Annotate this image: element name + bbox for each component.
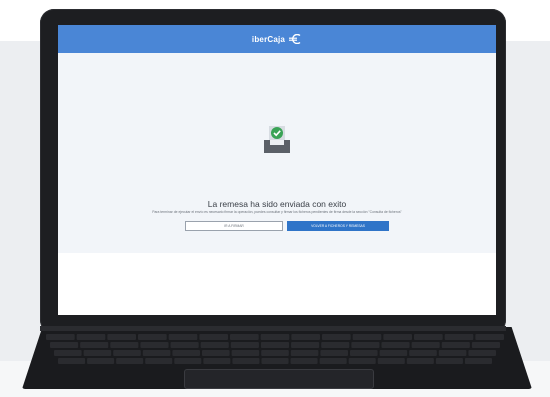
keyboard-key bbox=[76, 334, 106, 340]
keyboard-key bbox=[291, 342, 320, 348]
back-to-files-button[interactable]: Volver a ficheros y remesas bbox=[287, 221, 389, 231]
keyboard-key bbox=[80, 342, 109, 348]
keyboard-key bbox=[50, 342, 79, 348]
keyboard-key bbox=[58, 358, 86, 364]
keyboard-key bbox=[381, 342, 410, 348]
keyboard-key bbox=[414, 334, 443, 340]
keyboard-key bbox=[200, 342, 229, 348]
keyboard-key bbox=[475, 334, 504, 340]
keyboard-key bbox=[83, 350, 112, 356]
keyboard-key bbox=[348, 358, 376, 364]
keyboard-key bbox=[168, 334, 198, 340]
upload-success-icon bbox=[264, 126, 290, 153]
keyboard-key bbox=[406, 358, 434, 364]
keyboard-key bbox=[203, 358, 231, 364]
keyboard-key bbox=[464, 358, 492, 364]
keyboard-key bbox=[261, 350, 289, 356]
keyboard-key bbox=[441, 342, 470, 348]
brand-logo[interactable]: iberCaja bbox=[252, 34, 302, 44]
keyboard-key bbox=[107, 334, 136, 340]
laptop-hinge bbox=[40, 326, 506, 331]
euro-mark-icon bbox=[289, 34, 301, 44]
keyboard-key bbox=[116, 358, 144, 364]
keyboard-key bbox=[54, 350, 82, 356]
keyboard-key bbox=[409, 350, 437, 356]
laptop-trackpad bbox=[184, 369, 374, 389]
keyboard-keys bbox=[46, 334, 504, 364]
keyboard-key bbox=[170, 342, 199, 348]
keyboard-key bbox=[46, 334, 75, 340]
keyboard-key bbox=[321, 342, 350, 348]
keyboard-key bbox=[232, 358, 260, 364]
keyboard-key bbox=[140, 342, 169, 348]
keyboard-key bbox=[87, 358, 115, 364]
keyboard-key bbox=[377, 358, 405, 364]
keyboard-key bbox=[290, 350, 319, 356]
keyboard-key bbox=[113, 350, 141, 356]
keyboard-key bbox=[202, 350, 230, 356]
keyboard-key bbox=[172, 350, 200, 356]
keyboard-key bbox=[438, 350, 467, 356]
keyboard-key bbox=[138, 334, 167, 340]
keyboard-key bbox=[260, 342, 290, 348]
keyboard-key bbox=[383, 334, 412, 340]
keyboard-key bbox=[230, 342, 259, 348]
top-bar: iberCaja bbox=[58, 25, 496, 53]
keyboard-key bbox=[320, 350, 348, 356]
keyboard-key bbox=[352, 334, 382, 340]
keyboard-key bbox=[322, 334, 351, 340]
keyboard-key bbox=[230, 334, 259, 340]
keyboard-key bbox=[199, 334, 228, 340]
laptop-screen: iberCaja La remesa ha sido enviada con e… bbox=[58, 25, 496, 315]
keyboard-key bbox=[468, 350, 496, 356]
keyboard-key bbox=[411, 342, 440, 348]
keyboard-key bbox=[471, 342, 500, 348]
keyboard-key bbox=[379, 350, 408, 356]
keyboard-key bbox=[444, 334, 474, 340]
keyboard-key bbox=[261, 358, 289, 364]
keyboard-key bbox=[174, 358, 202, 364]
keyboard-key bbox=[435, 358, 463, 364]
keyboard-key bbox=[231, 350, 260, 356]
main-content: La remesa ha sido enviada con exito Para… bbox=[58, 53, 496, 253]
keyboard-key bbox=[142, 350, 171, 356]
keyboard-key bbox=[110, 342, 139, 348]
keyboard-key bbox=[319, 358, 347, 364]
keyboard-key bbox=[351, 342, 380, 348]
success-description: Para terminar de ejecutar el envío es ne… bbox=[152, 210, 402, 214]
keyboard-key bbox=[350, 350, 378, 356]
keyboard-key bbox=[145, 358, 173, 364]
keyboard-key bbox=[260, 334, 290, 340]
success-title: La remesa ha sido enviada con exito bbox=[207, 199, 347, 209]
sign-button[interactable]: Ir a firmar bbox=[185, 221, 283, 231]
logo-text: iberCaja bbox=[251, 34, 286, 44]
keyboard-key bbox=[290, 358, 318, 364]
keyboard-key bbox=[291, 334, 320, 340]
